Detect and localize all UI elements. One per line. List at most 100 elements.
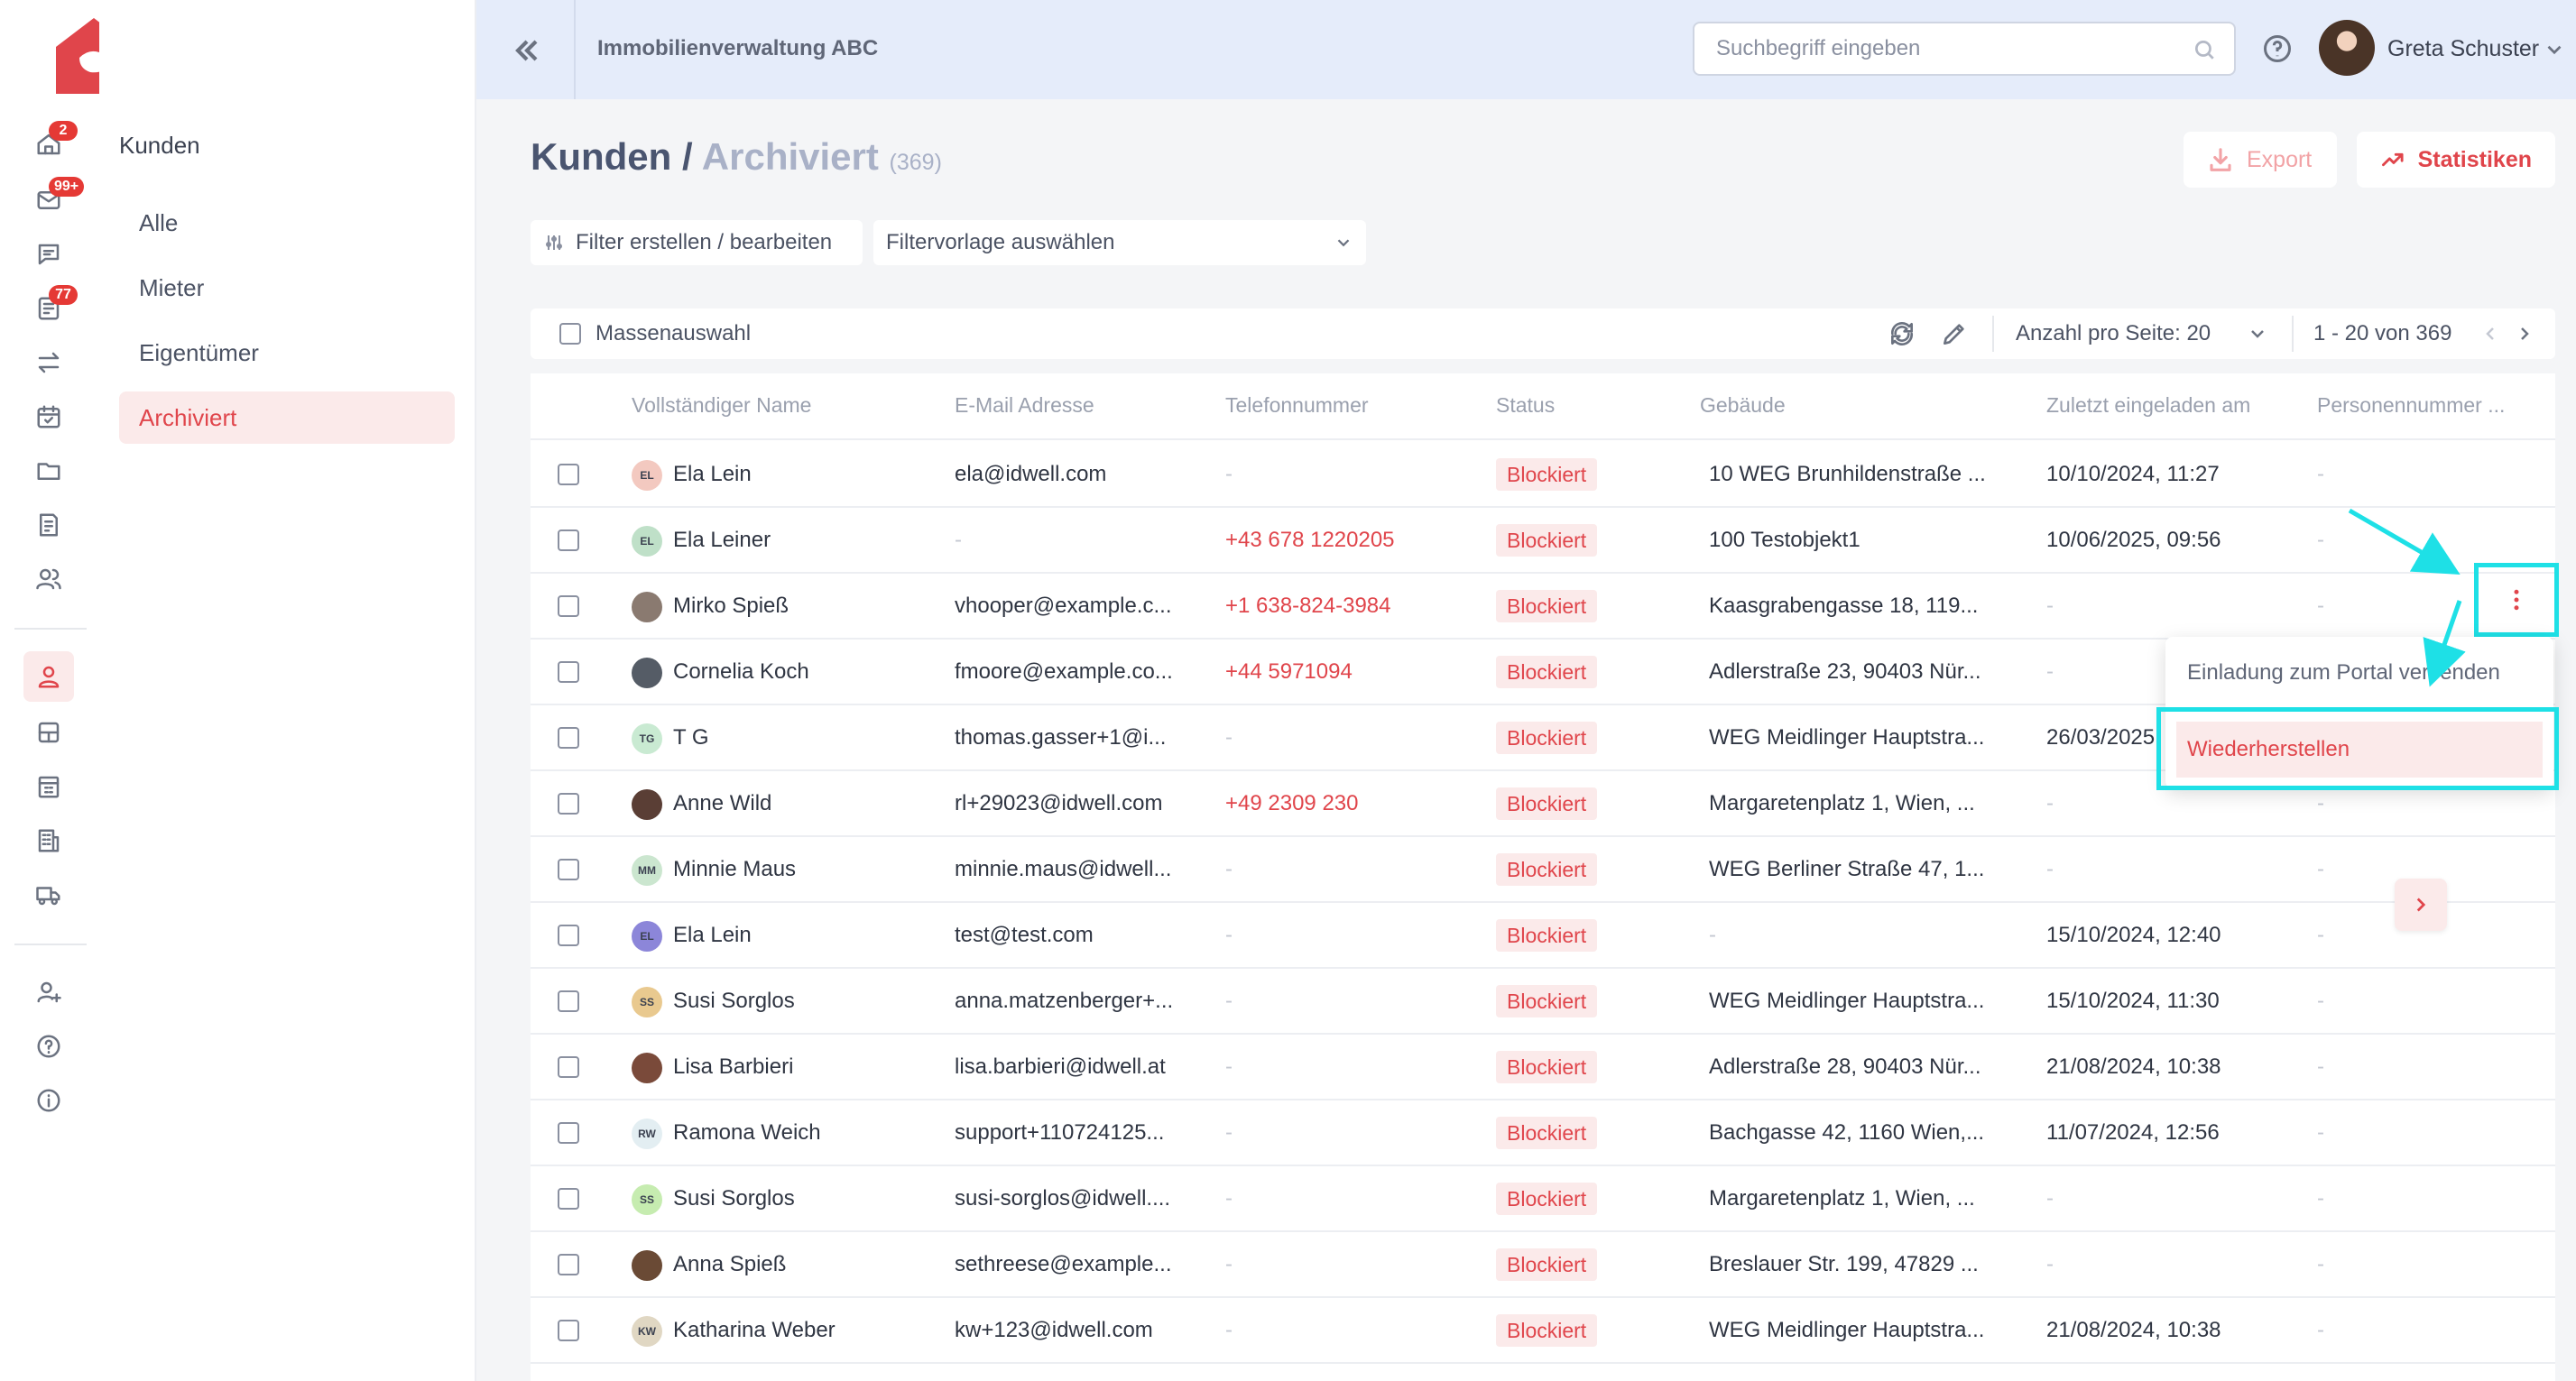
cell-name[interactable]: Ela Lein	[673, 462, 752, 487]
cell-name[interactable]: Anna Spieß	[673, 1252, 786, 1277]
search-icon[interactable]	[2193, 38, 2216, 61]
help-icon[interactable]	[2261, 32, 2294, 65]
row-checkbox[interactable]	[558, 1056, 579, 1078]
mail-icon[interactable]: 99+	[32, 177, 85, 216]
building-icon[interactable]	[32, 824, 65, 857]
units-icon[interactable]	[32, 716, 65, 749]
column-header-building[interactable]: Gebäude	[1700, 393, 1786, 418]
chevron-down-icon[interactable]	[2247, 323, 2268, 345]
cell-person-number: -	[2317, 594, 2324, 618]
cell-name[interactable]: Mirko Spieß	[673, 594, 789, 619]
row-checkbox[interactable]	[558, 1122, 579, 1144]
organization-name[interactable]: Immobilienverwaltung ABC	[597, 36, 878, 61]
info-icon[interactable]	[32, 1084, 65, 1117]
cell-name[interactable]: T G	[673, 725, 709, 750]
collapse-sidebar-icon[interactable]	[509, 32, 545, 69]
row-actions-button[interactable]	[2474, 563, 2559, 637]
user-avatar[interactable]	[2319, 20, 2375, 76]
row-checkbox[interactable]	[558, 1188, 579, 1210]
page-title: Kunden / Archiviert (369)	[531, 135, 942, 179]
table-row[interactable]: SS Susi Sorglos susi-sorglos@idwell.... - Ma…	[531, 1166, 2555, 1232]
column-header-name[interactable]: Vollständiger Name	[632, 393, 811, 418]
scroll-right-button[interactable]	[2395, 879, 2447, 931]
cell-name[interactable]: Katharina Weber	[673, 1318, 836, 1343]
statistics-button[interactable]: Statistiken	[2357, 132, 2555, 188]
filter-edit-button[interactable]: Filter erstellen / bearbeiten	[531, 220, 863, 265]
cell-building: 10 WEG Brunhildenstraße ...	[1709, 462, 1986, 486]
subnav-item-mieter[interactable]: Mieter	[119, 262, 455, 314]
status-badge: Blockiert	[1496, 1117, 1598, 1149]
invoice-icon[interactable]	[32, 509, 65, 541]
cell-name[interactable]: Cornelia Koch	[673, 659, 809, 685]
property-icon[interactable]	[32, 770, 65, 803]
chevron-right-icon[interactable]	[2514, 323, 2535, 345]
chat-icon[interactable]	[32, 238, 65, 271]
refresh-icon[interactable]	[1888, 319, 1916, 348]
cell-name[interactable]: Minnie Maus	[673, 857, 796, 882]
column-header-email[interactable]: E-Mail Adresse	[955, 393, 1094, 418]
row-checkbox[interactable]	[558, 529, 579, 551]
export-label: Export	[2247, 146, 2313, 172]
cell-name[interactable]: Ela Lein	[673, 923, 752, 948]
cell-last-invited: 21/08/2024, 10:38	[2046, 1318, 2221, 1342]
tasks-icon[interactable]: 77	[32, 285, 78, 325]
table-row[interactable]: RW Ramona Weich support+110724125... - Bachg…	[531, 1100, 2555, 1166]
user-settings-icon[interactable]	[32, 976, 65, 1008]
table-row[interactable]: Anna Spieß sethreese@example... - Breslauer…	[531, 1232, 2555, 1298]
per-page-selector[interactable]: Anzahl pro Seite: 20	[2016, 321, 2211, 346]
contacts-icon[interactable]	[32, 563, 65, 595]
table-row[interactable]: EL Ela Leiner - +43 678 1220205 100 Testobje…	[531, 508, 2555, 574]
column-header-last-invited[interactable]: Zuletzt eingeladen am	[2046, 393, 2250, 418]
column-header-person-number[interactable]: Personennummer ...	[2317, 393, 2505, 418]
column-header-status[interactable]: Status	[1496, 393, 1555, 418]
chevron-down-icon[interactable]	[2543, 38, 2566, 61]
sliders-icon	[546, 235, 562, 250]
edit-pencil-icon[interactable]	[1940, 319, 1969, 348]
table-row[interactable]: Lisa Barbieri lisa.barbieri@idwell.at - Adl…	[531, 1035, 2555, 1100]
cell-name[interactable]: Ela Leiner	[673, 528, 771, 553]
user-name[interactable]: Greta Schuster	[2387, 36, 2539, 62]
export-button[interactable]: Export	[2184, 132, 2337, 188]
row-checkbox[interactable]	[558, 990, 579, 1012]
search-input[interactable]	[1694, 23, 2182, 74]
breadcrumb-root[interactable]: Kunden	[531, 135, 671, 178]
table-row[interactable]: Mirko Spieß vhooper@example.c... +1 638-82…	[531, 574, 2555, 640]
cell-name[interactable]: Susi Sorglos	[673, 989, 795, 1014]
table-row[interactable]: MM Minnie Maus minnie.maus@idwell... - WEG B…	[531, 837, 2555, 903]
calendar-icon[interactable]	[32, 400, 65, 433]
table-row[interactable]: EL Ela Lein test@test.com - - 15/10/2024, 12:…	[531, 903, 2555, 969]
chevron-left-icon[interactable]	[2479, 323, 2501, 345]
folder-icon[interactable]	[32, 455, 65, 487]
row-checkbox[interactable]	[558, 1254, 579, 1275]
truck-icon[interactable]	[32, 879, 65, 911]
cell-name[interactable]: Susi Sorglos	[673, 1186, 795, 1211]
table-row[interactable]: KW Katharina Weber kw+123@idwell.com - WEG M…	[531, 1298, 2555, 1364]
subnav-item-eigentuemer[interactable]: Eigentümer	[119, 327, 455, 379]
filter-template-select[interactable]: Filtervorlage auswählen	[873, 220, 1366, 265]
row-checkbox[interactable]	[558, 793, 579, 815]
row-checkbox[interactable]	[558, 727, 579, 749]
mass-select-checkbox[interactable]	[559, 323, 581, 345]
help-circle-icon[interactable]	[32, 1030, 65, 1063]
table-row[interactable]: EL Ela Lein ela@idwell.com - 10 WEG Brunhild…	[531, 442, 2555, 508]
subnav-item-alle[interactable]: Alle	[119, 197, 455, 249]
cell-name[interactable]: Ramona Weich	[673, 1120, 821, 1146]
cell-name[interactable]: Anne Wild	[673, 791, 771, 816]
cell-name[interactable]: Lisa Barbieri	[673, 1054, 793, 1080]
cell-last-invited: -	[2046, 791, 2054, 815]
subnav-item-archiviert[interactable]: Archiviert	[119, 391, 455, 444]
tasks-badge: 77	[49, 285, 78, 305]
row-checkbox[interactable]	[558, 925, 579, 946]
row-checkbox[interactable]	[558, 595, 579, 617]
home-icon[interactable]: 2	[32, 121, 78, 161]
customers-icon[interactable]	[23, 651, 74, 702]
row-checkbox[interactable]	[558, 859, 579, 880]
column-header-phone[interactable]: Telefonnummer	[1225, 393, 1369, 418]
menu-item-send-invitation[interactable]: Einladung zum Portal versenden	[2187, 660, 2500, 686]
row-checkbox[interactable]	[558, 1320, 579, 1341]
cell-building: Breslauer Str. 199, 47829 ...	[1709, 1252, 1979, 1276]
table-row[interactable]: SS Susi Sorglos anna.matzenberger+... - WEG …	[531, 969, 2555, 1035]
transfer-icon[interactable]	[32, 346, 65, 379]
row-checkbox[interactable]	[558, 661, 579, 683]
row-checkbox[interactable]	[558, 464, 579, 485]
